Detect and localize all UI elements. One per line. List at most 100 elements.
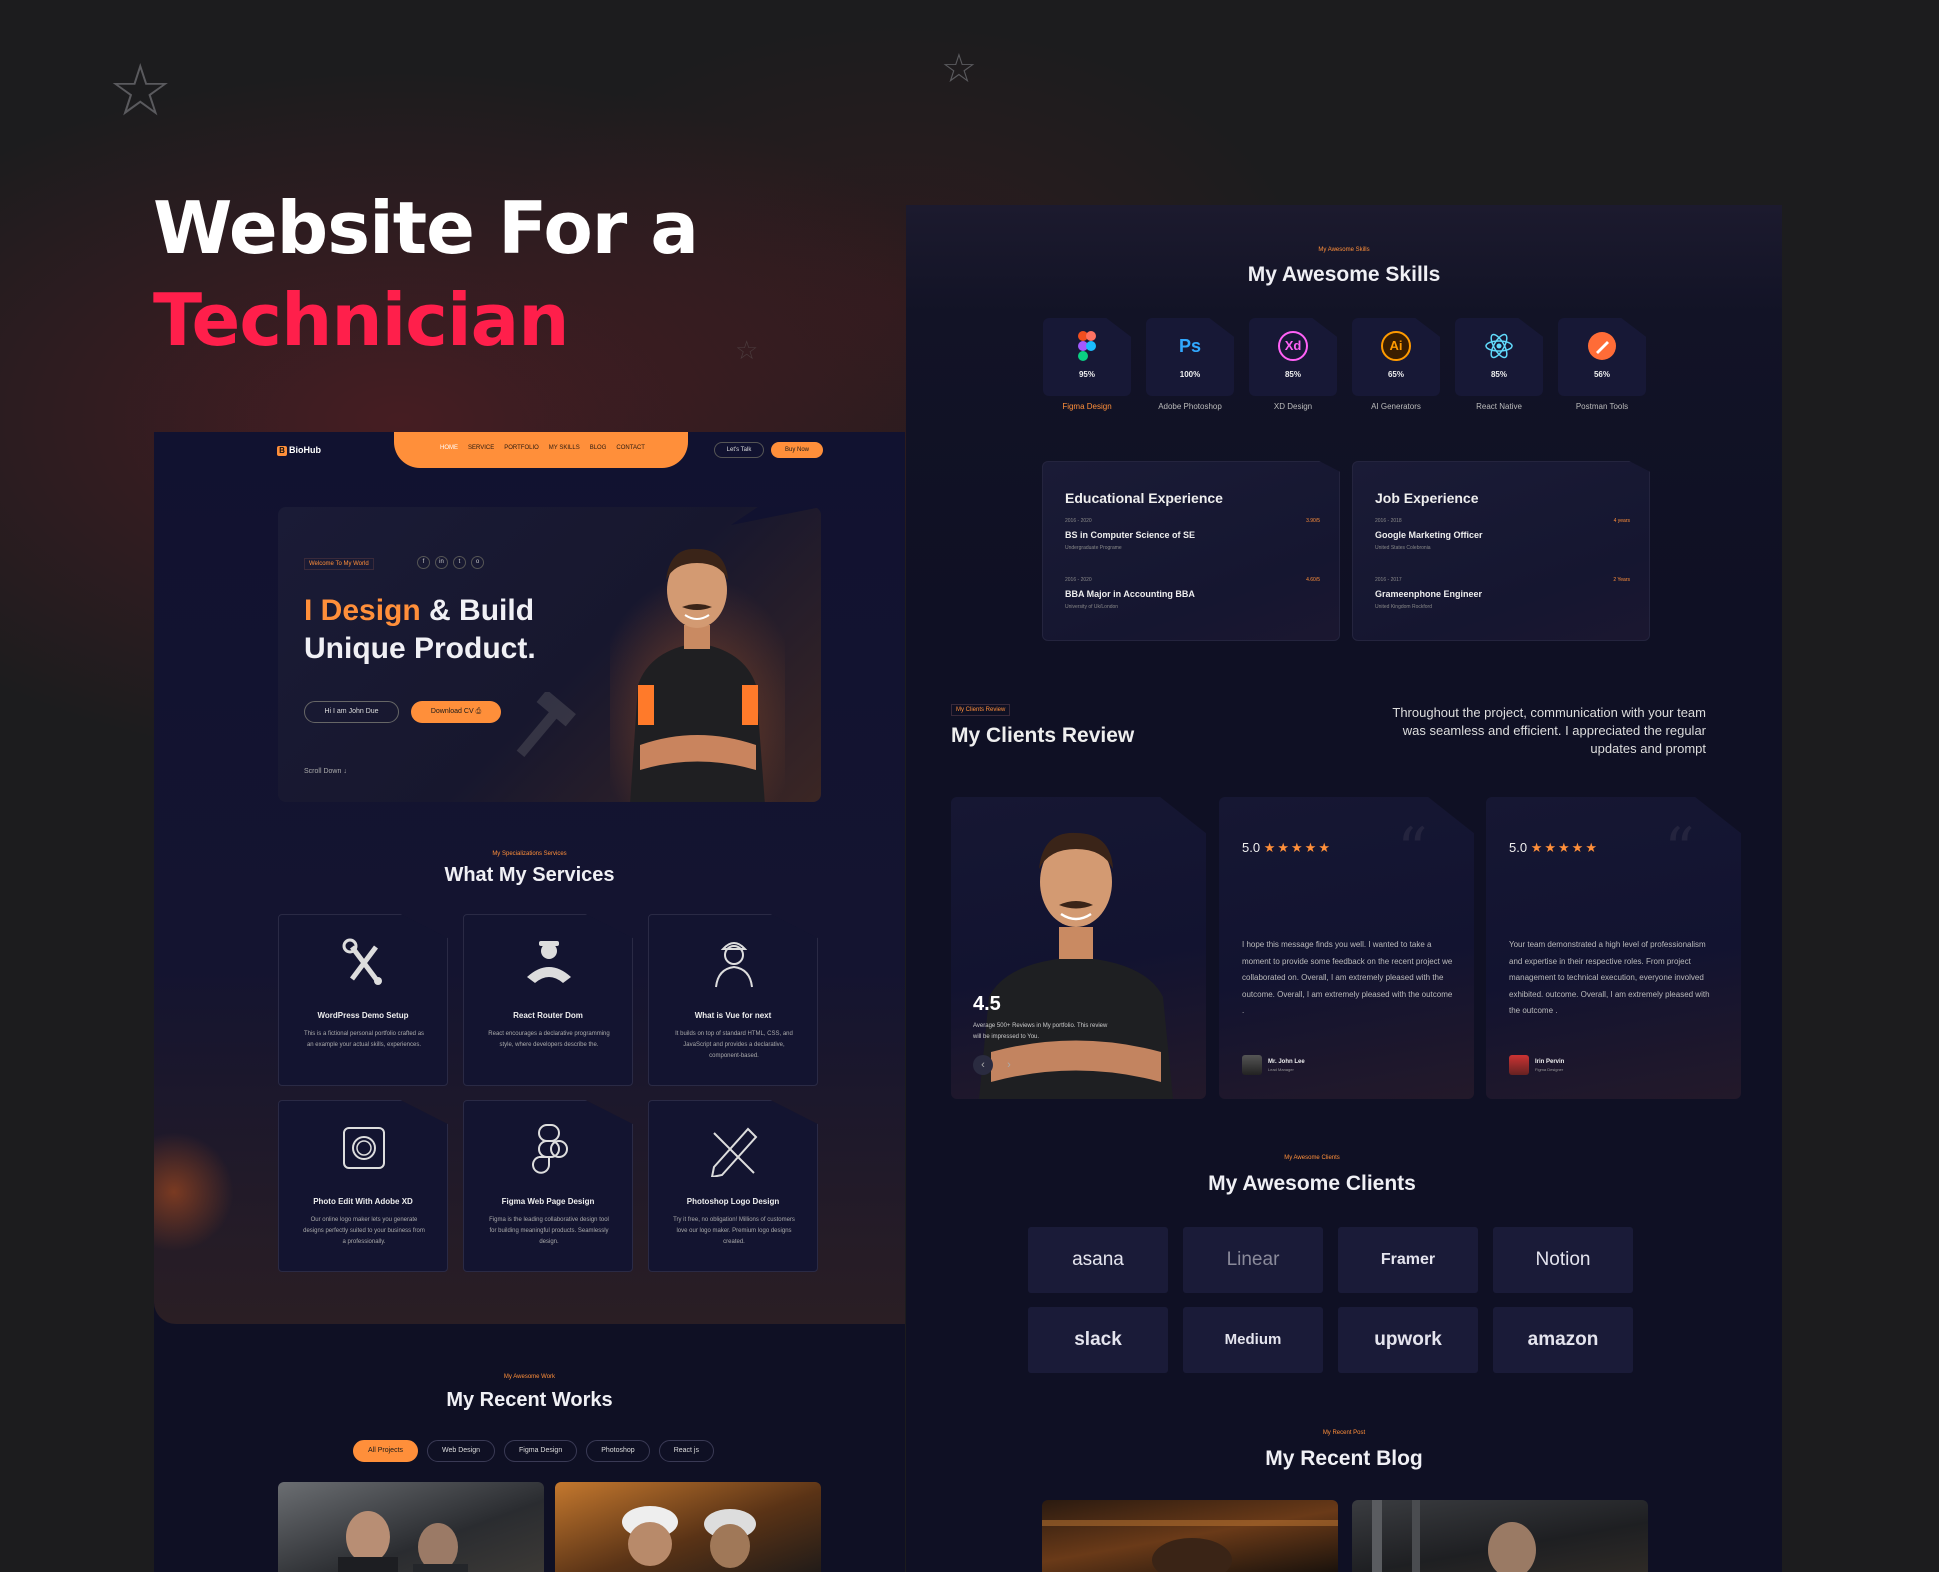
skill-percent: 85% — [1284, 370, 1301, 379]
hero-card: Welcome To My World f in t o I Design & … — [278, 507, 821, 802]
education-title: Educational Experience — [1065, 490, 1223, 506]
service-desc: This is a fictional personal portfolio c… — [303, 1031, 425, 1048]
nav-link-service[interactable]: SERVICE — [468, 445, 494, 451]
service-card[interactable]: React Router Dom React encourages a decl… — [463, 914, 633, 1086]
job-card: Job Experience 2016 - 2018 Google Market… — [1352, 461, 1650, 641]
blog-photo — [1372, 1500, 1536, 1572]
twitter-icon[interactable]: t — [453, 556, 466, 569]
wrench-screwdriver-icon — [342, 938, 382, 985]
client-logo-amazon[interactable]: amazon — [1493, 1307, 1633, 1373]
lets-talk-button[interactable]: Let's Talk — [714, 442, 764, 458]
nav-links: HOME SERVICE PORTFOLIO MY SKILLS BLOG CO… — [440, 445, 645, 451]
hardhat-workers-photo — [622, 1506, 756, 1568]
intro-button[interactable]: Hi I am John Due — [304, 701, 399, 723]
skill-label: React Native — [1476, 402, 1522, 411]
reviewer: Irin Pervin Figma Designer — [1509, 1055, 1564, 1075]
filter-react-js[interactable]: React js — [658, 1440, 714, 1462]
client-logo-linear[interactable]: Linear — [1183, 1227, 1323, 1293]
client-logo-notion[interactable]: Notion — [1493, 1227, 1633, 1293]
blog-thumbnail[interactable] — [1352, 1500, 1648, 1572]
entry-sub: United Kingdom Rockford — [1375, 604, 1432, 610]
filter-web-design[interactable]: Web Design — [427, 1440, 496, 1462]
service-card[interactable]: WordPress Demo Setup This is a fictional… — [278, 914, 448, 1086]
entry-name: Google Marketing Officer — [1375, 530, 1483, 540]
technician-icon — [527, 941, 571, 983]
nav-link-contact[interactable]: CONTACT — [616, 445, 645, 451]
download-cv-label: Download CV — [430, 708, 474, 715]
prev-review-button[interactable]: ‹ — [973, 1055, 993, 1075]
skill-card[interactable]: 85% — [1455, 318, 1543, 396]
review-card: 5.0 ★★★★★ “ Your team demonstrated a hig… — [1486, 797, 1741, 1099]
education-card: Educational Experience 2016 - 2020 BS in… — [1042, 461, 1340, 641]
nav-link-portfolio[interactable]: PORTFOLIO — [504, 445, 539, 451]
rating-big: 4.5 — [973, 993, 1001, 1015]
worker-icon — [715, 942, 753, 988]
skill-card[interactable]: Ai 65% — [1352, 318, 1440, 396]
site-logo[interactable]: B BioHub — [277, 445, 321, 456]
buy-now-button[interactable]: Buy Now — [771, 442, 823, 458]
service-card[interactable]: What is Vue for next It builds on top of… — [648, 914, 818, 1086]
reviewer-role: Figma Designer — [1535, 1066, 1564, 1072]
entry-years: 2016 - 2020 — [1065, 518, 1092, 524]
filter-all-projects[interactable]: All Projects — [353, 1440, 419, 1462]
headline-line2: Technician — [153, 278, 569, 362]
chevron-right-icon: › — [1007, 1059, 1011, 1071]
camera-icon — [343, 1127, 385, 1169]
skill-card[interactable]: Xd 85% — [1249, 318, 1337, 396]
review-score: 5.0 ★★★★★ — [1242, 840, 1332, 856]
entry-years: 2016 - 2020 — [1065, 577, 1092, 583]
nav-link-skills[interactable]: MY SKILLS — [549, 445, 580, 451]
service-title: Photoshop Logo Design — [686, 1197, 780, 1206]
xd-icon: Xd — [1278, 331, 1308, 361]
education-entry: 2016 - 2020 BS in Computer Science of SE… — [1065, 518, 1320, 551]
download-cv-button[interactable]: Download CV ⎙ — [411, 701, 501, 723]
client-portrait — [979, 832, 1173, 1099]
skill-label: XD Design — [1273, 402, 1313, 411]
filter-photoshop[interactable]: Photoshop — [586, 1440, 650, 1462]
star-decoration-icon: ☆ — [108, 48, 173, 132]
work-thumbnail[interactable] — [278, 1482, 544, 1572]
client-logo-slack[interactable]: slack — [1028, 1307, 1168, 1373]
linkedin-icon[interactable]: in — [435, 556, 448, 569]
skill-label: AI Generators — [1371, 402, 1421, 411]
skill-card[interactable]: 56% — [1558, 318, 1646, 396]
blog-thumbnail[interactable] — [1042, 1500, 1338, 1572]
client-logo-medium[interactable]: Medium — [1183, 1307, 1323, 1373]
blog-tag: My Recent Post — [1322, 1430, 1366, 1436]
nav-link-home[interactable]: HOME — [440, 445, 458, 451]
skill-percent: 100% — [1179, 370, 1201, 379]
instagram-icon[interactable]: o — [471, 556, 484, 569]
skill-label: Postman Tools — [1575, 402, 1629, 411]
reviews-quote: Throughout the project, communication wi… — [1392, 705, 1706, 756]
hero-card-notch — [731, 507, 821, 525]
figma-icon — [1078, 331, 1096, 361]
entry-name: BBA Major in Accounting BBA — [1065, 589, 1195, 599]
work-thumbnail[interactable] — [555, 1482, 821, 1572]
service-card[interactable]: Photoshop Logo Design Try it free, no ob… — [648, 1100, 818, 1272]
client-logo-framer[interactable]: Framer — [1338, 1227, 1478, 1293]
skills-title: My Awesome Skills — [1247, 263, 1441, 286]
filter-figma-design[interactable]: Figma Design — [504, 1440, 578, 1462]
skill-percent: 95% — [1078, 370, 1095, 379]
reviews-tag: My Clients Review — [951, 704, 1011, 716]
nav-link-blog[interactable]: BLOG — [590, 445, 607, 451]
facebook-icon[interactable]: f — [417, 556, 430, 569]
workers-photo — [338, 1511, 468, 1572]
left-website-preview: B BioHub HOME SERVICE PORTFOLIO MY SKILLS… — [154, 432, 905, 1572]
job-entry: 2016 - 2017 Grameenphone Engineer United… — [1375, 577, 1630, 610]
review-text: I hope this message finds you well. I wa… — [1242, 940, 1453, 1015]
service-card[interactable]: Figma Web Page Design Figma is the leadi… — [463, 1100, 633, 1272]
service-title: What is Vue for next — [694, 1011, 772, 1020]
avatar — [1242, 1055, 1262, 1075]
client-logo-asana[interactable]: asana — [1028, 1227, 1168, 1293]
reviewer-name: Mr. John Lee — [1268, 1058, 1305, 1065]
skill-card[interactable]: 95% — [1043, 318, 1131, 396]
reviewer-name: Irin Pervin — [1535, 1058, 1565, 1065]
entry-name: BS in Computer Science of SE — [1065, 530, 1196, 540]
client-logo-upwork[interactable]: upwork — [1338, 1307, 1478, 1373]
service-desc: Our online logo maker lets you generate … — [303, 1217, 425, 1245]
service-card[interactable]: Photo Edit With Adobe XD Our online logo… — [278, 1100, 448, 1272]
next-review-button[interactable]: › — [999, 1055, 1019, 1075]
skill-card[interactable]: Ps 100% — [1146, 318, 1234, 396]
scroll-down-link[interactable]: Scroll Down ↓ — [304, 768, 347, 775]
